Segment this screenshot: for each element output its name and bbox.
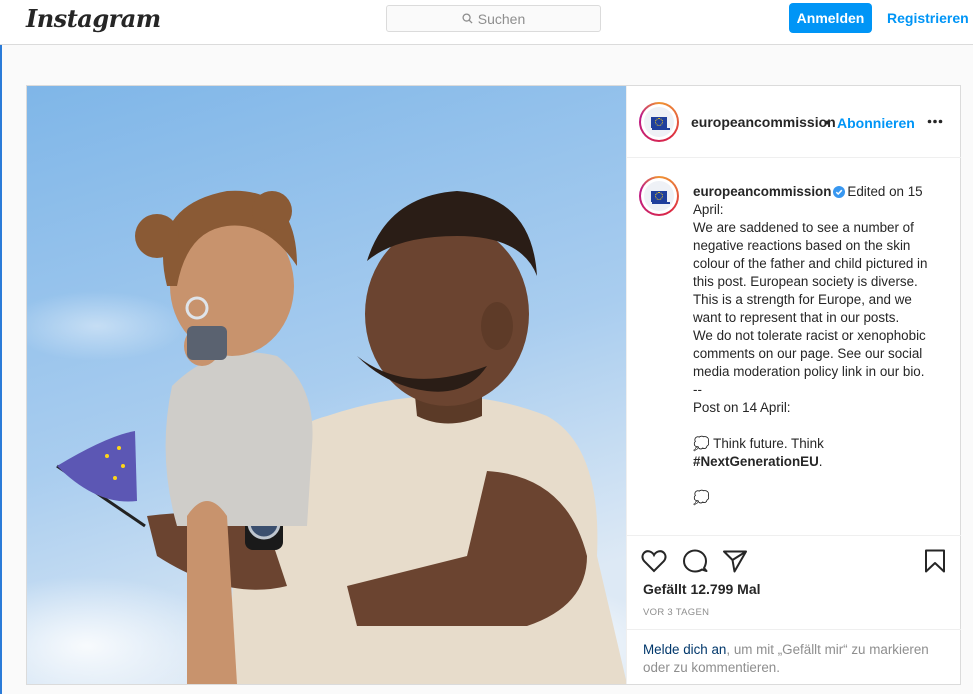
verified-badge-icon xyxy=(833,186,846,198)
search-placeholder: Suchen xyxy=(477,10,526,27)
eu-flag-icon xyxy=(651,190,667,202)
instagram-logo[interactable]: Instagram xyxy=(26,4,161,33)
follow-button[interactable]: Abonnieren xyxy=(837,115,915,131)
hashtag-link[interactable]: #NextGenerationEU xyxy=(693,454,819,469)
avatar[interactable] xyxy=(639,102,679,142)
login-prompt: Melde dich an, um mit „Gefällt mir“ zu m… xyxy=(627,629,961,685)
photo-illustration xyxy=(27,86,626,684)
heart-icon[interactable] xyxy=(641,549,667,573)
login-prompt-link[interactable]: Melde dich an xyxy=(643,642,726,657)
post-timestamp[interactable]: VOR 3 TAGEN xyxy=(643,607,709,618)
more-options-icon[interactable] xyxy=(927,119,943,124)
search-icon xyxy=(462,13,473,24)
caption-body: Edited on 15 April: We are saddened to s… xyxy=(693,184,928,451)
post-card: europeancommission • Abonnieren european… xyxy=(26,85,961,685)
post-sidebar: europeancommission • Abonnieren european… xyxy=(626,86,961,684)
caption-area: europeancommission Edited on 15 April: We… xyxy=(627,159,961,535)
post-photo[interactable] xyxy=(27,86,626,684)
like-count[interactable]: Gefällt 12.799 Mal xyxy=(643,581,761,597)
caption-punctuation: . xyxy=(818,454,823,469)
separator-dot: • xyxy=(825,114,830,130)
window-edge xyxy=(0,45,2,694)
bookmark-icon[interactable] xyxy=(924,549,946,573)
post-actions: Gefällt 12.799 Mal VOR 3 TAGEN Melde dic… xyxy=(627,535,961,684)
eu-flag-icon xyxy=(651,116,667,128)
caption-username[interactable]: europeancommission xyxy=(693,184,831,199)
caption-text: europeancommission Edited on 15 April: We… xyxy=(693,183,943,507)
caption-avatar[interactable] xyxy=(639,176,679,216)
login-button[interactable]: Anmelden xyxy=(789,3,872,33)
caption-cut-line: 💭 xyxy=(693,490,710,505)
search-input[interactable]: Suchen xyxy=(386,5,601,32)
post-author-username[interactable]: europeancommission xyxy=(691,114,836,130)
top-navigation-bar: Instagram Suchen Anmelden Registrieren xyxy=(0,0,973,45)
post-header: europeancommission • Abonnieren xyxy=(627,86,961,158)
comment-icon[interactable] xyxy=(682,549,708,573)
share-icon[interactable] xyxy=(722,549,748,573)
register-link[interactable]: Registrieren xyxy=(887,10,969,26)
